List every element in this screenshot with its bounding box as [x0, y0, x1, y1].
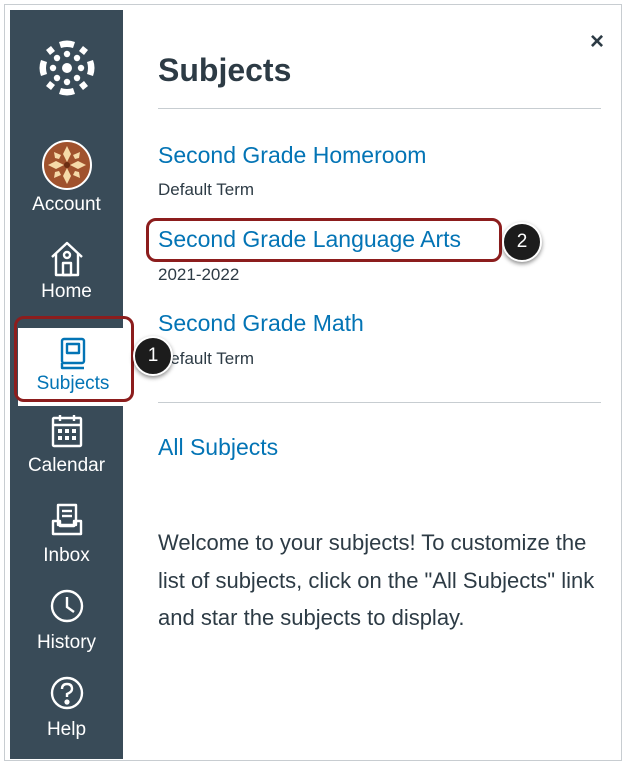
help-icon	[49, 675, 85, 711]
course-term: 2021-2022	[158, 265, 240, 284]
nav-calendar-label: Calendar	[27, 455, 106, 476]
tray-title: Subjects	[158, 52, 292, 88]
nav-history[interactable]: History	[10, 588, 123, 654]
subjects-tray: Subjects × Second Grade Homeroom Default…	[124, 10, 620, 759]
inbox-icon	[50, 503, 84, 537]
course-link-homeroom[interactable]: Second Grade Homeroom	[158, 142, 426, 169]
divider	[158, 108, 601, 109]
global-nav: Account Home Subjects Calendar Inbox His…	[10, 10, 128, 759]
nav-help[interactable]: Help	[10, 675, 123, 741]
course-link-language-arts[interactable]: Second Grade Language Arts	[158, 226, 461, 253]
nav-subjects[interactable]: Subjects	[18, 328, 128, 406]
divider	[158, 402, 601, 403]
nav-home-label: Home	[41, 281, 92, 302]
nav-history-label: History	[36, 632, 97, 653]
nav-inbox-label: Inbox	[43, 545, 90, 566]
nav-calendar[interactable]: Calendar	[10, 413, 123, 477]
nav-home[interactable]: Home	[10, 240, 123, 303]
nav-help-label: Help	[46, 719, 87, 740]
welcome-message: Welcome to your subjects! To customize t…	[158, 530, 595, 630]
book-icon	[59, 337, 87, 371]
clock-icon	[49, 588, 85, 624]
canvas-logo[interactable]	[37, 38, 97, 98]
callout-badge-1: 1	[133, 336, 173, 376]
canvas-logo-icon	[39, 40, 95, 96]
nav-subjects-label: Subjects	[36, 373, 110, 394]
calendar-icon	[50, 413, 84, 449]
home-icon	[49, 240, 85, 278]
nav-account-label: Account	[32, 194, 101, 215]
close-button[interactable]: ×	[590, 30, 604, 54]
avatar-icon	[41, 140, 92, 190]
course-term: Default Term	[158, 180, 255, 199]
nav-inbox[interactable]: Inbox	[10, 503, 123, 567]
course-link-math[interactable]: Second Grade Math	[158, 310, 364, 337]
nav-account[interactable]: Account	[10, 140, 123, 216]
all-subjects-link[interactable]: All Subjects	[158, 434, 278, 461]
callout-badge-2: 2	[502, 222, 542, 262]
